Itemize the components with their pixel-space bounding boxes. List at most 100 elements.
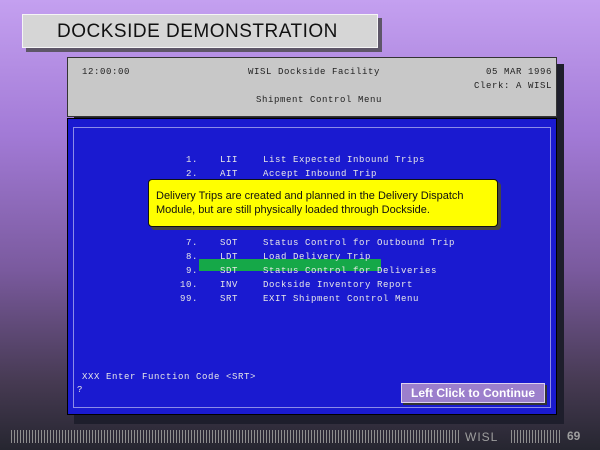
menu-item-label: List Expected Inbound Trips <box>263 155 426 165</box>
menu-item-number: 7. <box>185 238 198 248</box>
footer-bar-stroke <box>541 430 542 443</box>
menu-item-number: 1. <box>185 155 198 165</box>
slide-title: DOCKSIDE DEMONSTRATION <box>57 21 338 42</box>
menu-item-lii[interactable]: 1. LII List Expected Inbound Trips <box>74 155 550 167</box>
footer-bar-stroke <box>179 430 180 443</box>
footer-bar-stroke <box>380 430 381 443</box>
menu-item-label: Accept Inbound Trip <box>263 169 378 179</box>
footer-bar-stroke <box>53 430 54 443</box>
footer-bar-stroke <box>263 430 264 443</box>
slide: { "slide_title": "DOCKSIDE DEMONSTRATION… <box>0 0 600 450</box>
footer-bar-stroke <box>529 430 530 443</box>
command-input[interactable]: ? <box>77 385 82 395</box>
footer-bar-stroke <box>520 430 521 443</box>
menu-item-srt[interactable]: 99. SRT EXIT Shipment Control Menu <box>74 294 550 306</box>
footer-bar-stroke <box>422 430 423 443</box>
footer-bar-stroke <box>164 430 165 443</box>
footer-bar-stroke <box>407 430 408 443</box>
footer-bar-stroke <box>290 430 291 443</box>
footer-bar-stroke <box>335 430 336 443</box>
footer-bar-stroke <box>419 430 420 443</box>
footer-bar-stroke <box>523 430 524 443</box>
footer-bar-stroke <box>107 430 108 443</box>
footer-bar-stroke <box>86 430 87 443</box>
function-code-prompt: XXX Enter Function Code <SRT> <box>82 372 257 382</box>
footer-bar-stroke <box>224 430 225 443</box>
footer-bar-stroke <box>511 430 512 443</box>
footer-bar-stroke <box>317 430 318 443</box>
menu-item-ldt[interactable]: 8. LDT Load Delivery Trip <box>74 252 550 264</box>
footer-bar-stroke <box>443 430 444 443</box>
footer-bar-stroke <box>38 430 39 443</box>
footer-bar-stroke <box>365 430 366 443</box>
footer-bar-stroke <box>146 430 147 443</box>
footer-bar-stroke <box>98 430 99 443</box>
footer-bar-stroke <box>284 430 285 443</box>
footer-bar-stroke <box>311 430 312 443</box>
footer-bar-stroke <box>446 430 447 443</box>
footer-bar-stroke <box>308 430 309 443</box>
footer-bar-stroke <box>353 430 354 443</box>
footer-bar-stroke <box>74 430 75 443</box>
menu-item-sot[interactable]: 7. SOT Status Control for Outbound Trip <box>74 238 550 250</box>
menu-item-label: Status Control for Outbound Trip <box>263 238 456 248</box>
footer-bar-stroke <box>550 430 551 443</box>
footer-bar-stroke <box>532 430 533 443</box>
footer-bar-stroke <box>242 430 243 443</box>
footer-bar-stroke <box>299 430 300 443</box>
continue-button[interactable]: Left Click to Continue <box>401 383 545 403</box>
footer-bar-stroke <box>110 430 111 443</box>
menu-item-sdt[interactable]: 9. SDT Status Control for Deliveries <box>74 266 550 278</box>
footer-bar-stroke <box>275 430 276 443</box>
footer-bar-stroke <box>347 430 348 443</box>
terminal-header: 12:00:00 WISL Dockside Facility 05 MAR 1… <box>67 57 557 117</box>
footer-bar-stroke <box>212 430 213 443</box>
menu-item-inv[interactable]: 10. INV Dockside Inventory Report <box>74 280 550 292</box>
footer-bar-stroke <box>431 430 432 443</box>
footer-bar-stroke <box>332 430 333 443</box>
menu-item-label: Status Control for Deliveries <box>263 266 438 276</box>
footer-bar-stroke <box>152 430 153 443</box>
footer-bar-stroke <box>83 430 84 443</box>
footer-bar-stroke <box>329 430 330 443</box>
footer-bar-stroke <box>26 430 27 443</box>
footer-bar-stroke <box>77 430 78 443</box>
footer-bar-stroke <box>386 430 387 443</box>
menu-item-label: Load Delivery Trip <box>263 252 372 262</box>
footer-bar-stroke <box>20 430 21 443</box>
footer-bar-stroke <box>128 430 129 443</box>
footer-bar-stroke <box>320 430 321 443</box>
footer-bar-stroke <box>89 430 90 443</box>
terminal-clerk: Clerk: A WISL <box>473 81 552 91</box>
footer-bar-stroke <box>401 430 402 443</box>
footer-bar-stroke <box>517 430 518 443</box>
footer-bar-stroke <box>514 430 515 443</box>
footer-bar-stroke <box>236 430 237 443</box>
footer-bar-stroke <box>266 430 267 443</box>
info-callout: Delivery Trips are created and planned i… <box>148 179 498 227</box>
menu-item-label: EXIT Shipment Control Menu <box>263 294 420 304</box>
menu-item-number: 10. <box>179 280 198 290</box>
footer-bar-stroke <box>416 430 417 443</box>
footer-bar-stroke <box>104 430 105 443</box>
footer-bar-stroke <box>440 430 441 443</box>
footer-bar-stroke <box>395 430 396 443</box>
footer-bar-stroke <box>14 430 15 443</box>
footer-bar-stroke <box>458 430 459 443</box>
footer-bar-stroke <box>305 430 306 443</box>
footer-bar-stroke <box>215 430 216 443</box>
footer-bar-stroke <box>371 430 372 443</box>
footer-bar-stroke <box>209 430 210 443</box>
menu-item-label: Dockside Inventory Report <box>263 280 414 290</box>
footer-bar-stroke <box>239 430 240 443</box>
footer-bar-stroke <box>437 430 438 443</box>
menu-item-code: SRT <box>220 294 239 304</box>
footer-bar-stroke <box>535 430 536 443</box>
footer-bar-stroke <box>251 430 252 443</box>
terminal-date: 05 MAR 1996 <box>485 67 552 77</box>
footer-bar-stroke <box>359 430 360 443</box>
footer-bar-stroke <box>434 430 435 443</box>
footer-bar-stroke <box>296 430 297 443</box>
menu-item-code: LDT <box>220 252 239 262</box>
footer-bar-stroke <box>278 430 279 443</box>
